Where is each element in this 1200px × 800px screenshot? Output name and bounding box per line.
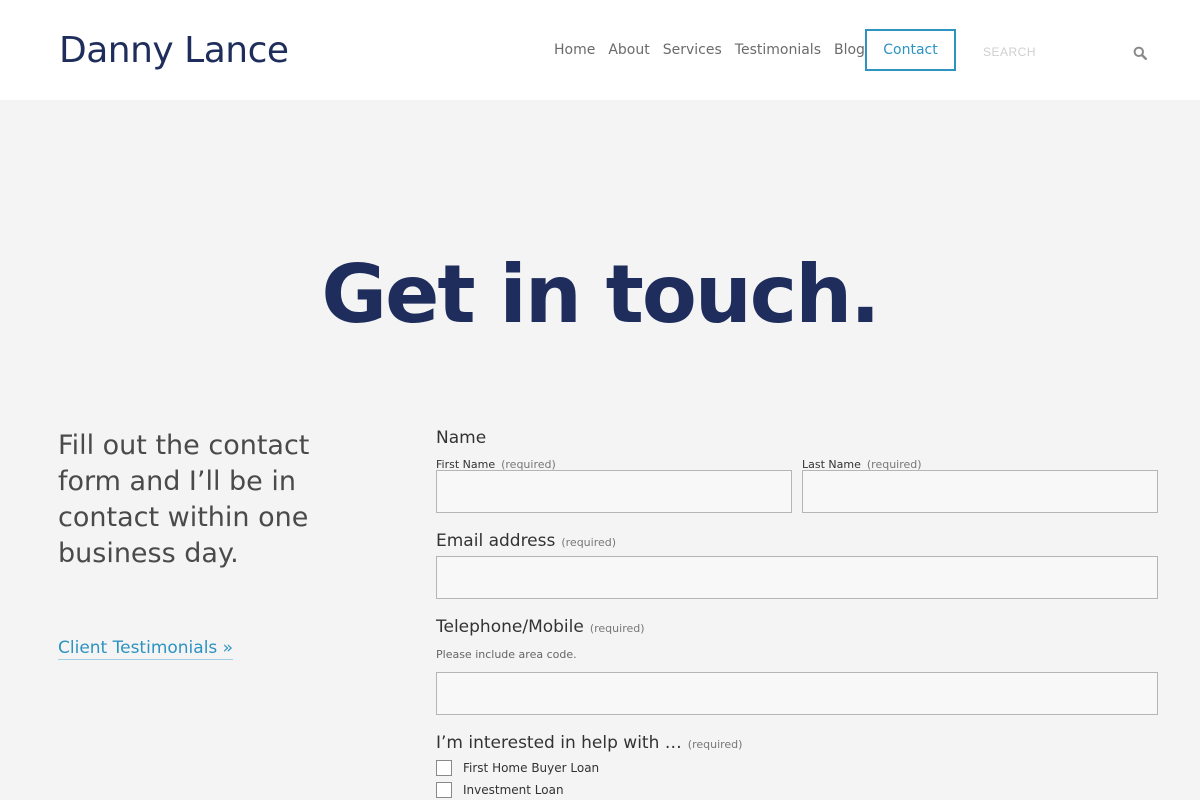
email-label: Email address [436,531,556,551]
first-name-field[interactable] [436,470,792,513]
checkbox[interactable] [436,760,452,776]
page-heading: Get in touch. [321,248,880,341]
last-name-field[interactable] [802,470,1158,513]
nav-home[interactable]: Home [554,42,595,58]
interest-option-first-home[interactable]: First Home Buyer Loan [436,760,599,776]
intro-text: Fill out the contact form and I’ll be in… [58,430,310,569]
interest-option-investment[interactable]: Investment Loan [436,782,564,798]
site-title[interactable]: Danny Lance [59,30,289,71]
checkbox-label[interactable]: Investment Loan [463,783,564,797]
nav-testimonials[interactable]: Testimonials [735,42,821,58]
contact-button[interactable]: Contact [865,29,956,71]
search-input[interactable] [983,42,1153,62]
required-note: (required) [589,622,645,635]
email-label-group: Email address (required) [436,531,616,551]
nav-about[interactable]: About [608,42,649,58]
email-field[interactable] [436,556,1158,599]
nav-services[interactable]: Services [663,42,722,58]
checkbox[interactable] [436,782,452,798]
phone-label-group: Telephone/Mobile (required) [436,617,645,637]
search-icon[interactable] [1133,46,1147,60]
checkbox-label[interactable]: First Home Buyer Loan [463,761,599,775]
site-header: Danny Lance Home About Services Testimon… [0,0,1200,100]
interest-label: I’m interested in help with … [436,733,682,753]
interest-label-group: I’m interested in help with … (required) [436,733,742,753]
phone-field[interactable] [436,672,1158,715]
phone-label: Telephone/Mobile [436,617,584,637]
name-label: Name [436,428,487,448]
phone-hint: Please include area code. [436,648,577,661]
main-nav: Home About Services Testimonials Blog [554,42,865,58]
nav-blog[interactable]: Blog [834,42,865,58]
client-testimonials-link[interactable]: Client Testimonials » [58,638,234,660]
required-note: (required) [561,536,617,549]
required-note: (required) [687,738,743,751]
